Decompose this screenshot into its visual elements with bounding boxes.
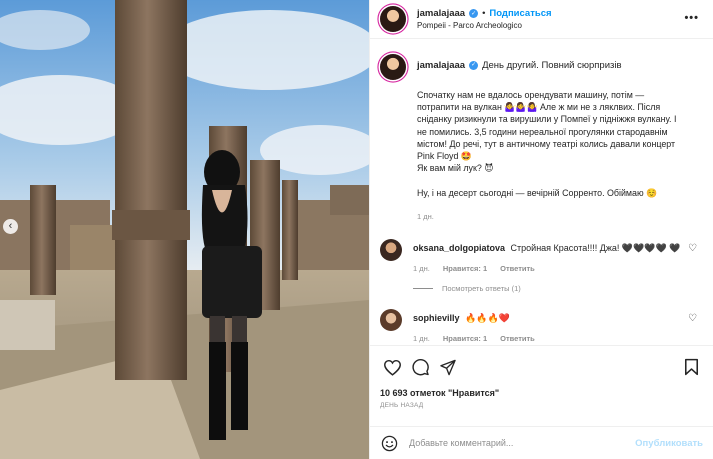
caption-line: Pink Floyd 🤩 — [417, 151, 472, 162]
action-icons — [370, 346, 713, 378]
caption-line: Спочатку нам не вдалось орендувати машин… — [417, 90, 645, 100]
header-text: jamalajaaa ✓ • Подписаться Pompeii - Par… — [417, 8, 552, 30]
comment-message: 🔥🔥🔥❤️ — [465, 313, 510, 324]
bookmark-icon[interactable] — [679, 357, 703, 377]
view-replies-label: Посмотреть ответы (1) — [442, 284, 521, 294]
comment-text: oksana_dolgopiatova Стройная Красота!!!!… — [413, 242, 683, 255]
caption-line: не помились. 3,5 години нереальної прогу… — [417, 126, 668, 137]
caption: jamalajaaa ✓ День другий. Повний сюрприз… — [380, 54, 703, 80]
caption-time[interactable]: 1 дн. — [417, 211, 434, 223]
verified-icon: ✓ — [469, 9, 479, 18]
heart-icon[interactable] — [380, 357, 404, 377]
comment-message: Стройная Красота!!!! Джа! 🖤🖤🖤🖤 🖤 — [510, 243, 681, 254]
comment-time[interactable]: 1 дн. — [413, 334, 430, 343]
comment-icon[interactable] — [408, 357, 432, 377]
caption-line: сніданку ризикнули та вирушили у Помпеї … — [417, 114, 677, 125]
separator-dot: • — [482, 8, 486, 19]
username-link[interactable]: jamalajaaa — [417, 8, 465, 19]
view-replies[interactable]: Посмотреть ответы (1) — [413, 284, 703, 293]
posted-ago[interactable]: ДЕНЬ НАЗАД — [370, 398, 713, 409]
post-sidebar: jamalajaaa ✓ • Подписаться Pompeii - Par… — [369, 0, 713, 459]
caption-body: jamalajaaa ✓ День другий. Повний сюрприз… — [417, 54, 703, 80]
comment-item: oksana_dolgopiatova Стройная Красота!!!!… — [380, 237, 703, 273]
comment-meta: 1 дн. Нравится: 1 Ответить — [413, 334, 703, 343]
comment-likes[interactable]: Нравится: 1 — [443, 334, 487, 343]
previous-photo-button[interactable]: ‹ — [3, 219, 18, 234]
comment-time[interactable]: 1 дн. — [413, 264, 430, 273]
post-photo[interactable]: ‹ — [0, 0, 369, 459]
comment-input[interactable] — [409, 438, 636, 448]
comment-username[interactable]: sophievilly — [413, 313, 460, 323]
follow-button[interactable]: Подписаться — [489, 8, 551, 19]
caption-meta: 1 дн. — [417, 211, 707, 223]
caption-line: містом! До речі, тут в античному театрі … — [417, 138, 676, 149]
post-actions: 10 693 отметок "Нравится" ДЕНЬ НАЗАД Опу… — [370, 345, 713, 459]
caption-username[interactable]: jamalajaaa — [417, 59, 465, 72]
like-comment-heart-icon[interactable]: ♡ — [688, 313, 697, 324]
comment-avatar[interactable] — [380, 239, 402, 262]
caption-line: Як вам мій лук? 😈 — [417, 163, 494, 174]
caption-avatar[interactable] — [380, 54, 406, 80]
reply-button[interactable]: Ответить — [500, 334, 535, 343]
comment-text: sophievilly 🔥🔥🔥❤️ — [413, 312, 683, 325]
pompeii-photo — [0, 0, 369, 459]
avatar[interactable] — [380, 6, 406, 32]
divider-line — [413, 288, 433, 290]
like-comment-heart-icon[interactable]: ♡ — [688, 243, 697, 254]
likes-count[interactable]: 10 693 отметок "Нравится" — [370, 378, 713, 398]
comment-meta: 1 дн. Нравится: 1 Ответить — [413, 264, 703, 273]
caption-line: Ну, і на десерт сьогодні — вечірній Сорр… — [417, 187, 658, 198]
more-options-icon[interactable]: ••• — [684, 12, 699, 24]
reply-button[interactable]: Ответить — [500, 264, 535, 273]
caption-header: jamalajaaa ✓ День другий. Повний сюрприз… — [417, 59, 703, 72]
comment-body: sophievilly 🔥🔥🔥❤️ 1 дн. Нравится: 1 Отве… — [413, 307, 703, 343]
comment-avatar[interactable] — [380, 309, 402, 332]
share-icon[interactable] — [436, 357, 460, 377]
smile-icon[interactable] — [380, 434, 398, 452]
comment-username[interactable]: oksana_dolgopiatova — [413, 243, 505, 253]
location-link[interactable]: Pompeii - Parco Archeologico — [417, 21, 552, 30]
caption-title: День другий. Повний сюрпризів — [482, 60, 622, 71]
caption-text: Спочатку нам не вдалось орендувати машин… — [417, 89, 707, 223]
chevron-left-icon: ‹ — [8, 220, 13, 232]
instagram-post: ‹ jamalajaaa ✓ • Подписаться Pompeii - P… — [0, 0, 713, 459]
publish-button[interactable]: Опубликовать — [635, 438, 703, 449]
comment-body: oksana_dolgopiatova Стройная Красота!!!!… — [413, 237, 703, 273]
verified-icon: ✓ — [469, 61, 479, 70]
caption-line: потрапити на вулкан 🤷‍♀️🤷‍♀️🤷‍♀️ Але ж м… — [417, 102, 661, 113]
post-header: jamalajaaa ✓ • Подписаться Pompeii - Par… — [370, 0, 713, 39]
comments-section: jamalajaaa ✓ День другий. Повний сюрприз… — [370, 40, 713, 345]
header-user-line: jamalajaaa ✓ • Подписаться — [417, 8, 552, 19]
comment-item: sophievilly 🔥🔥🔥❤️ 1 дн. Нравится: 1 Отве… — [380, 307, 703, 343]
add-comment-bar: Опубликовать — [370, 426, 713, 459]
comment-likes[interactable]: Нравится: 1 — [443, 264, 487, 273]
